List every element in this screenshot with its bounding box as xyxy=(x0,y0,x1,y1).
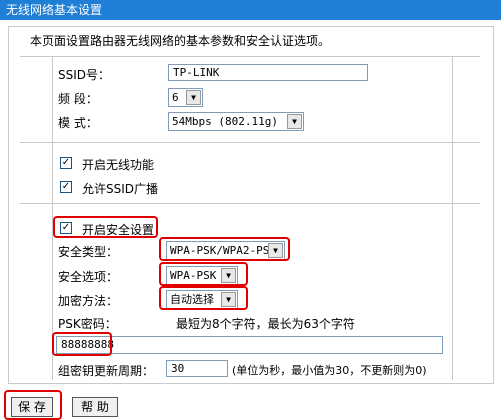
highlight-box xyxy=(52,332,112,356)
ssid-broadcast-checkbox[interactable]: ✓ xyxy=(60,181,72,193)
psk-label: PSK密码： xyxy=(58,317,117,331)
channel-value: 6 xyxy=(172,91,179,104)
rekey-hint: (单位为秒，最小值为30，不更新则为0) xyxy=(232,364,427,377)
security-type-label: 安全类型： xyxy=(58,245,119,259)
enable-wireless-checkbox[interactable]: ✓ xyxy=(60,157,72,169)
channel-select[interactable]: 6 ▼ xyxy=(168,88,203,107)
mode-label: 模 式： xyxy=(58,116,98,130)
page-description: 本页面设置路由器无线网络的基本参数和安全认证选项。 xyxy=(30,34,331,48)
highlight-box xyxy=(159,286,248,310)
chevron-down-icon[interactable]: ▼ xyxy=(287,114,302,129)
highlight-box xyxy=(4,390,62,420)
highlight-box xyxy=(159,237,290,261)
enable-wireless-label: 开启无线功能 xyxy=(82,158,155,172)
highlight-box xyxy=(53,216,158,238)
rekey-label: 组密钥更新周期： xyxy=(58,364,155,378)
channel-label: 频 段： xyxy=(58,92,98,106)
mode-value: 54Mbps (802.11g) xyxy=(172,115,278,128)
ssid-input[interactable]: TP-LINK xyxy=(168,64,368,81)
encryption-label: 加密方法： xyxy=(58,294,119,308)
ssid-label: SSID号： xyxy=(58,68,111,82)
psk-password-input[interactable]: 88888888 xyxy=(56,336,443,354)
ssid-broadcast-label: 允许SSID广播 xyxy=(82,182,159,196)
mode-select[interactable]: 54Mbps (802.11g) ▼ xyxy=(168,112,304,131)
help-button[interactable]: 帮 助 xyxy=(72,397,118,417)
rekey-period-input[interactable]: 30 xyxy=(166,360,228,377)
chevron-down-icon[interactable]: ▼ xyxy=(186,90,201,105)
security-option-label: 安全选项： xyxy=(58,270,119,284)
highlight-box xyxy=(159,262,248,286)
window-title: 无线网络基本设置 xyxy=(0,0,501,20)
psk-hint: 最短为8个字符，最长为63个字符 xyxy=(176,317,355,331)
